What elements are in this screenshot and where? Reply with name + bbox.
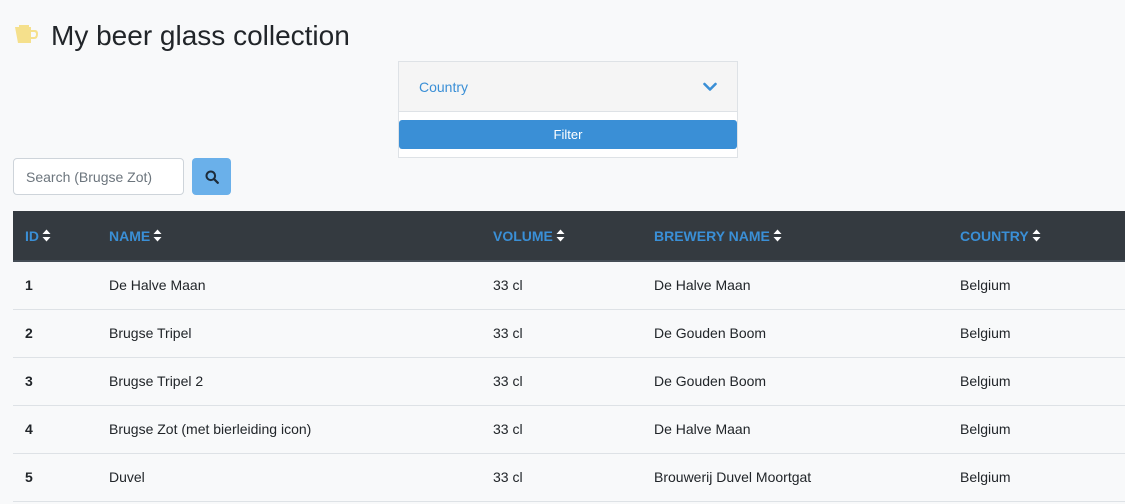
cell-id: 3 bbox=[25, 373, 33, 389]
sort-icon bbox=[773, 229, 782, 242]
cell-brewery: De Gouden Boom bbox=[654, 325, 767, 341]
column-header-brewery[interactable]: BREWERY NAME bbox=[642, 211, 948, 262]
cell-brewery: Brouwerij Duvel Moortgat bbox=[654, 469, 812, 485]
table-row: 2 Brugse Tripel 33 cl De Gouden Boom Bel… bbox=[13, 309, 1125, 357]
column-header-country[interactable]: COUNTRY bbox=[948, 211, 1125, 262]
column-header-name[interactable]: NAME bbox=[97, 211, 481, 262]
table-row: 1 De Halve Maan 33 cl De Halve Maan Belg… bbox=[13, 261, 1125, 309]
cell-country: Belgium bbox=[960, 469, 1011, 485]
search-button[interactable] bbox=[192, 158, 231, 195]
cell-id: 4 bbox=[25, 421, 33, 437]
table-row: 3 Brugse Tripel 2 33 cl De Gouden Boom B… bbox=[13, 357, 1125, 405]
column-header-id[interactable]: ID bbox=[13, 211, 97, 262]
table-header-row: ID NAME VOLUME BREWERY NAME COUNTRY bbox=[13, 211, 1125, 262]
page-header: My beer glass collection bbox=[13, 16, 350, 56]
cell-id: 1 bbox=[25, 277, 33, 294]
search-input[interactable] bbox=[13, 158, 184, 195]
column-header-label: BREWERY NAME bbox=[654, 227, 770, 244]
glass-table: ID NAME VOLUME BREWERY NAME COUNTRY 1 De… bbox=[13, 211, 1125, 502]
cell-name: Brugse Zot (met bierleiding icon) bbox=[109, 421, 312, 437]
cell-volume: 33 cl bbox=[493, 469, 523, 485]
cell-name: Duvel bbox=[109, 469, 145, 485]
cell-volume: 33 cl bbox=[493, 325, 523, 341]
cell-volume: 33 cl bbox=[493, 421, 523, 437]
cell-brewery: De Gouden Boom bbox=[654, 373, 767, 389]
cell-volume: 33 cl bbox=[493, 373, 523, 389]
cell-name: Brugse Tripel bbox=[109, 325, 192, 341]
country-dropdown-label: Country bbox=[419, 78, 469, 95]
page-title: My beer glass collection bbox=[51, 20, 350, 51]
cell-id: 5 bbox=[25, 469, 33, 485]
column-header-volume[interactable]: VOLUME bbox=[481, 211, 642, 262]
cell-brewery: De Halve Maan bbox=[654, 277, 751, 294]
filter-panel: Country Filter bbox=[398, 61, 738, 158]
cell-volume: 33 cl bbox=[493, 277, 523, 294]
cell-name: Brugse Tripel 2 bbox=[109, 373, 204, 389]
cell-name: De Halve Maan bbox=[109, 277, 206, 294]
sort-icon bbox=[153, 229, 162, 242]
cell-country: Belgium bbox=[960, 277, 1011, 294]
sort-icon bbox=[1032, 229, 1041, 242]
column-header-label: COUNTRY bbox=[960, 227, 1029, 244]
table-row: 5 Duvel 33 cl Brouwerij Duvel Moortgat B… bbox=[13, 453, 1125, 501]
column-header-label: VOLUME bbox=[493, 227, 553, 244]
cell-country: Belgium bbox=[960, 373, 1011, 389]
table-row: 4 Brugse Zot (met bierleiding icon) 33 c… bbox=[13, 405, 1125, 453]
column-header-label: ID bbox=[25, 227, 39, 244]
column-header-label: NAME bbox=[109, 227, 151, 244]
beer-mug-icon bbox=[15, 25, 38, 43]
search-icon bbox=[205, 170, 219, 184]
cell-country: Belgium bbox=[960, 325, 1011, 341]
filter-button[interactable]: Filter bbox=[399, 120, 737, 149]
sort-icon bbox=[556, 229, 565, 242]
cell-id: 2 bbox=[25, 325, 33, 341]
chevron-down-icon bbox=[703, 82, 717, 91]
sort-icon bbox=[42, 229, 51, 242]
cell-country: Belgium bbox=[960, 421, 1011, 437]
cell-brewery: De Halve Maan bbox=[654, 421, 751, 437]
country-dropdown[interactable]: Country bbox=[399, 62, 737, 112]
